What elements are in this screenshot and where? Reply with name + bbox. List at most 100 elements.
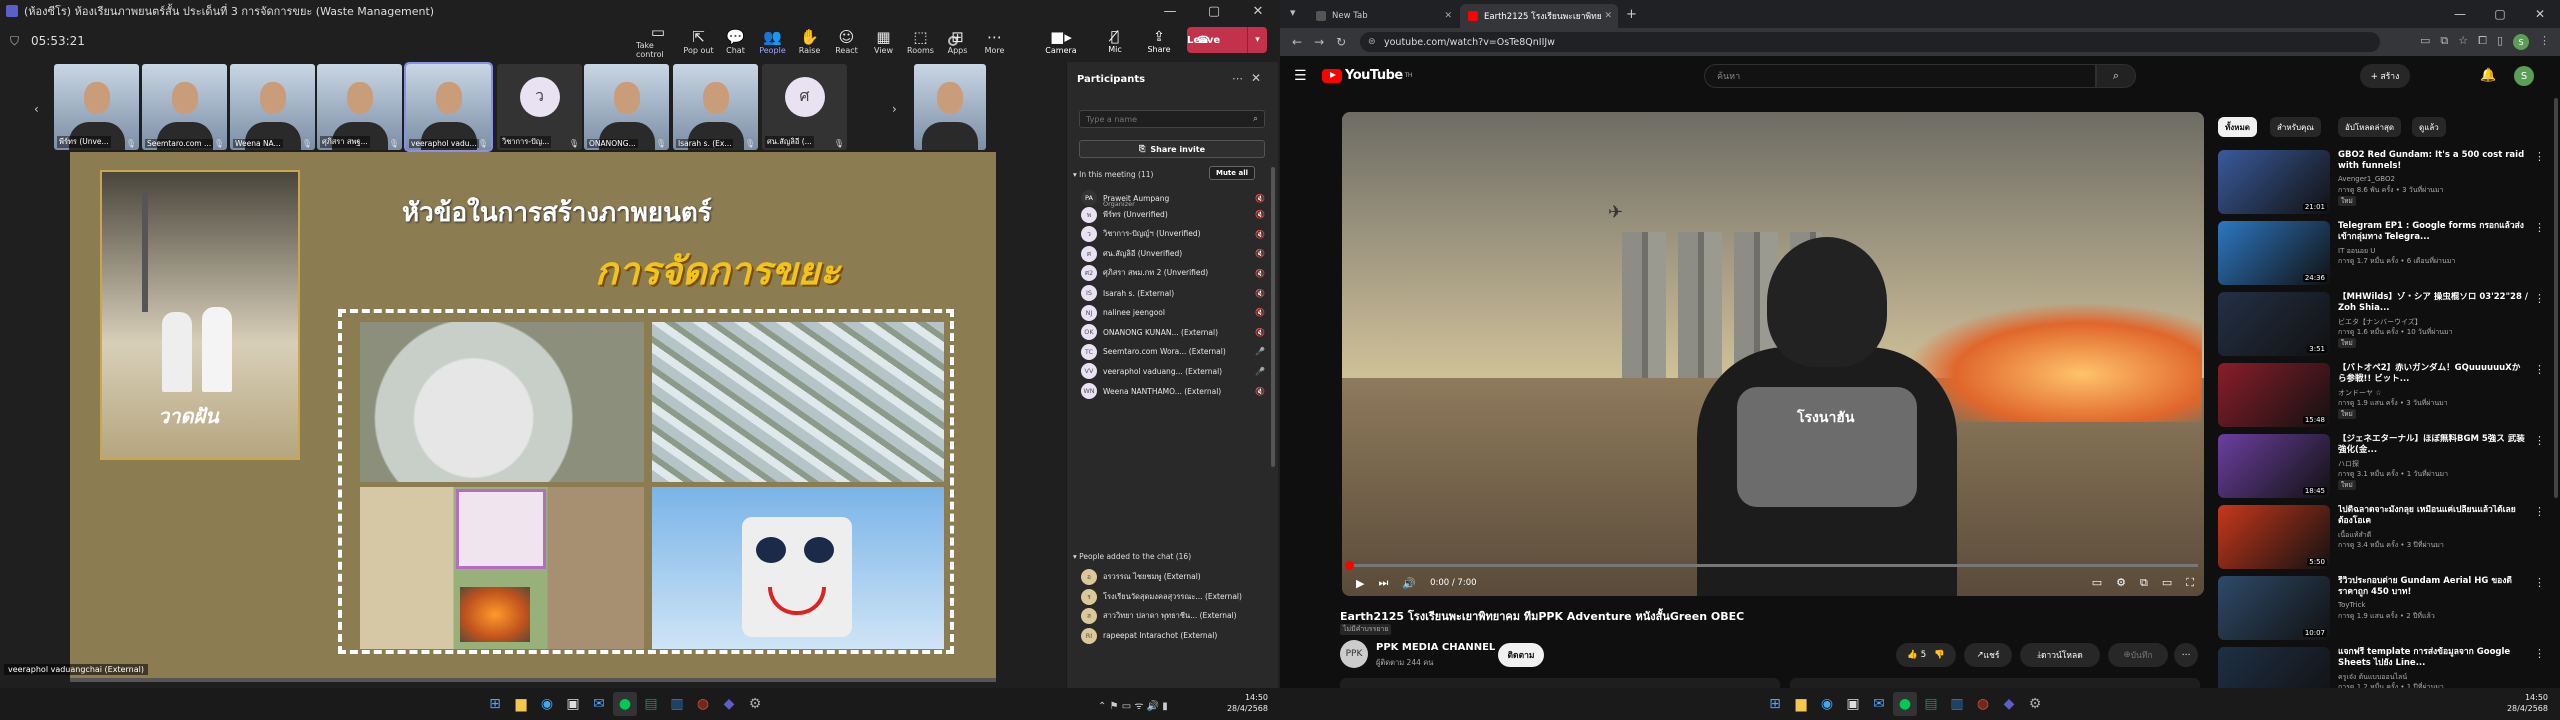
- store-icon[interactable]: ▣: [1841, 692, 1865, 716]
- sidebar-icon[interactable]: ▯: [2497, 34, 2503, 50]
- more-actions-icon[interactable]: ⋯: [2174, 643, 2198, 667]
- mic-off-icon[interactable]: 🔇: [1253, 328, 1265, 337]
- toolbar-raise-button[interactable]: ✋ Raise: [791, 22, 828, 60]
- minimize-icon[interactable]: —: [2440, 0, 2480, 28]
- subtitles-icon[interactable]: ▭: [2092, 576, 2102, 590]
- close-tab-icon[interactable]: ✕: [1604, 11, 1612, 21]
- search-input[interactable]: [1086, 114, 1236, 124]
- participant-row[interactable]: NJ nalinee jeengool 🔇: [1081, 304, 1265, 322]
- word-icon[interactable]: ▥: [1945, 692, 1969, 716]
- theater-mode-icon[interactable]: ▭: [2162, 576, 2172, 590]
- close-icon[interactable]: ✕: [1236, 0, 1280, 22]
- video-progress-bar[interactable]: [1345, 561, 2198, 570]
- participant-row[interactable]: พ พีร์ทร (Unverified) 🔇: [1081, 206, 1265, 224]
- settings-icon[interactable]: ⚙: [2023, 692, 2047, 716]
- channel-avatar[interactable]: PPK: [1340, 640, 1368, 668]
- mute-all-button[interactable]: Mute all: [1209, 166, 1255, 180]
- video-tile[interactable]: พีร์ทร (Unve... 🎙: [54, 64, 139, 150]
- toolbar-more-button[interactable]: ⋯ More: [976, 22, 1013, 60]
- participant-row[interactable]: IS Isarah s. (External) 🔇: [1081, 284, 1265, 302]
- translate-icon[interactable]: ⧉: [2440, 34, 2448, 50]
- kebab-menu-icon[interactable]: ⋮: [2539, 34, 2550, 50]
- search-icon[interactable]: ⌕: [2096, 64, 2136, 88]
- progress-scrubber[interactable]: [1345, 561, 1354, 570]
- share-invite-button[interactable]: ⎘ Share invite: [1079, 140, 1265, 158]
- toolbar-view-button[interactable]: ▦ View: [865, 22, 902, 60]
- toolbar-take-control-button[interactable]: ▭ Take control: [636, 22, 680, 60]
- minimize-icon[interactable]: —: [1148, 0, 1192, 22]
- chrome-icon[interactable]: ◍: [691, 692, 715, 716]
- profile-avatar[interactable]: S: [2513, 34, 2529, 50]
- panel-scrollbar[interactable]: [1271, 167, 1275, 467]
- notifications-bell-icon[interactable]: 🔔: [2480, 68, 2496, 83]
- participant-search[interactable]: ⌕: [1079, 110, 1265, 128]
- toolbar-react-button[interactable]: ☺ React: [828, 22, 865, 60]
- more-options-icon[interactable]: ⋮: [2534, 221, 2545, 234]
- close-icon[interactable]: ✕: [1251, 71, 1261, 85]
- more-options-icon[interactable]: ⋮: [2534, 292, 2545, 305]
- teams-icon[interactable]: ◆: [717, 692, 741, 716]
- account-avatar[interactable]: S: [2514, 66, 2534, 86]
- back-icon[interactable]: ←: [1292, 35, 1302, 49]
- in-meeting-section[interactable]: ▾ In this meeting (11): [1073, 170, 1153, 179]
- more-options-icon[interactable]: ⋮: [2534, 576, 2545, 589]
- mic-on-icon[interactable]: 🎤: [1253, 367, 1265, 376]
- volume-icon[interactable]: 🔊: [1402, 577, 1416, 590]
- toolbar-people-button[interactable]: 👥 People: [754, 22, 791, 60]
- description-box[interactable]: [1340, 678, 1780, 688]
- video-tile[interactable]: ONANONG... 🎙: [584, 64, 669, 150]
- mic-off-icon[interactable]: 🔇: [1253, 230, 1265, 239]
- more-options-icon[interactable]: ⋮: [2534, 505, 2545, 518]
- store-icon[interactable]: ▣: [561, 692, 585, 716]
- toolbar-apps-button[interactable]: ⊞ Apps: [939, 22, 976, 60]
- address-bar[interactable]: ⊜ youtube.com/watch?v=OsTe8QnIIJw: [1360, 32, 2380, 52]
- recommended-video[interactable]: 18:45 【ジェネエターナル】ほぼ無料BGM 5強ス 武装強化(金... ハロ探 ก…: [2218, 434, 2548, 500]
- more-options-icon[interactable]: ⋮: [2534, 363, 2545, 376]
- recommended-video[interactable]: 10:07 รีวิวประกอบต่าย Gundam Aerial HG ขอ…: [2218, 576, 2548, 642]
- participant-row[interactable]: VV veeraphol vaduang... (External) 🎤: [1081, 362, 1265, 380]
- toolbar-rooms-button[interactable]: ⬚ Rooms: [902, 22, 939, 60]
- mic-off-icon[interactable]: 🔇: [1253, 269, 1265, 278]
- maximize-icon[interactable]: ▢: [1192, 0, 1236, 22]
- recommended-video[interactable]: 21:01 GBO2 Red Gundam: It's a 500 cost ra…: [2218, 150, 2548, 216]
- video-tile[interactable]: Isarah s. (Ex... 🎙: [673, 64, 758, 150]
- more-options-icon[interactable]: ⋮: [2534, 647, 2545, 660]
- chevron-down-icon[interactable]: ▾: [1247, 27, 1267, 53]
- video-tile[interactable]: veeraphol vadu... 🎙: [404, 62, 493, 152]
- tab-new-tab[interactable]: New Tab ✕: [1308, 4, 1458, 28]
- participant-row[interactable]: ศ ศน.สัญลิอี (Unverified) 🔇: [1081, 245, 1265, 263]
- download-button[interactable]: ⤓ ดาวน์โหลด: [2020, 643, 2100, 667]
- maximize-icon[interactable]: ▢: [2480, 0, 2520, 28]
- close-tab-icon[interactable]: ✕: [1444, 11, 1452, 21]
- cast-icon[interactable]: ▭: [2420, 34, 2430, 50]
- excel-icon[interactable]: ▤: [1919, 692, 1943, 716]
- file-explorer-icon[interactable]: ▆: [1789, 692, 1813, 716]
- chevron-right-icon[interactable]: ›: [892, 102, 897, 116]
- more-icon[interactable]: ⋯: [1232, 72, 1243, 85]
- tray-icons[interactable]: ⌃ ⚑ ▭ ᯤ 🔊 ▮: [1098, 698, 1168, 712]
- clock[interactable]: 14:50 28/4/2568: [2507, 692, 2548, 714]
- mic-off-icon[interactable]: 🔇: [1253, 289, 1265, 298]
- participant-row[interactable]: TC Seemtaro.com Wora... (External) 🎤: [1081, 343, 1265, 361]
- clock[interactable]: 14:50 28/4/2568: [1227, 692, 1268, 714]
- word-icon[interactable]: ▥: [665, 692, 689, 716]
- video-tile[interactable]: [914, 64, 986, 150]
- comments-box[interactable]: [1790, 678, 2200, 688]
- filter-chip[interactable]: ทั้งหมด: [2218, 117, 2257, 137]
- bookmark-star-icon[interactable]: ☆: [2458, 34, 2468, 50]
- tab-menu-icon[interactable]: ▾: [1290, 6, 1296, 19]
- chat-person-row[interactable]: อ อรวรรณ ไชยชมพู (External): [1081, 568, 1265, 586]
- video-player[interactable]: ✈ โรงนาฮัน ▶ ⏭ 🔊 0:00 / 7:00 ▭ ⚙ ⧉ ▭ ⛶: [1342, 112, 2204, 596]
- reload-icon[interactable]: ↻: [1336, 35, 1346, 49]
- horizontal-scrollbar[interactable]: [70, 678, 996, 682]
- participant-row[interactable]: ว วิชาการ-ปัญญ์ฯ (Unverified) 🔇: [1081, 225, 1265, 243]
- share-video-button[interactable]: ↗ แชร์: [1964, 643, 2012, 667]
- toolbar-chat-button[interactable]: 💬 Chat: [717, 22, 754, 60]
- settings-icon[interactable]: ⚙: [2116, 576, 2126, 590]
- filter-chip[interactable]: ดูแล้ว: [2412, 117, 2446, 137]
- windows-start-icon[interactable]: ⊞: [483, 692, 507, 716]
- leave-button[interactable]: ☎ Leave ▾: [1187, 27, 1267, 53]
- fullscreen-icon[interactable]: ⛶: [2186, 576, 2194, 590]
- video-tile[interactable]: Seemtaro.com ... 🎙: [142, 64, 227, 150]
- next-icon[interactable]: ⏭: [1378, 576, 1388, 590]
